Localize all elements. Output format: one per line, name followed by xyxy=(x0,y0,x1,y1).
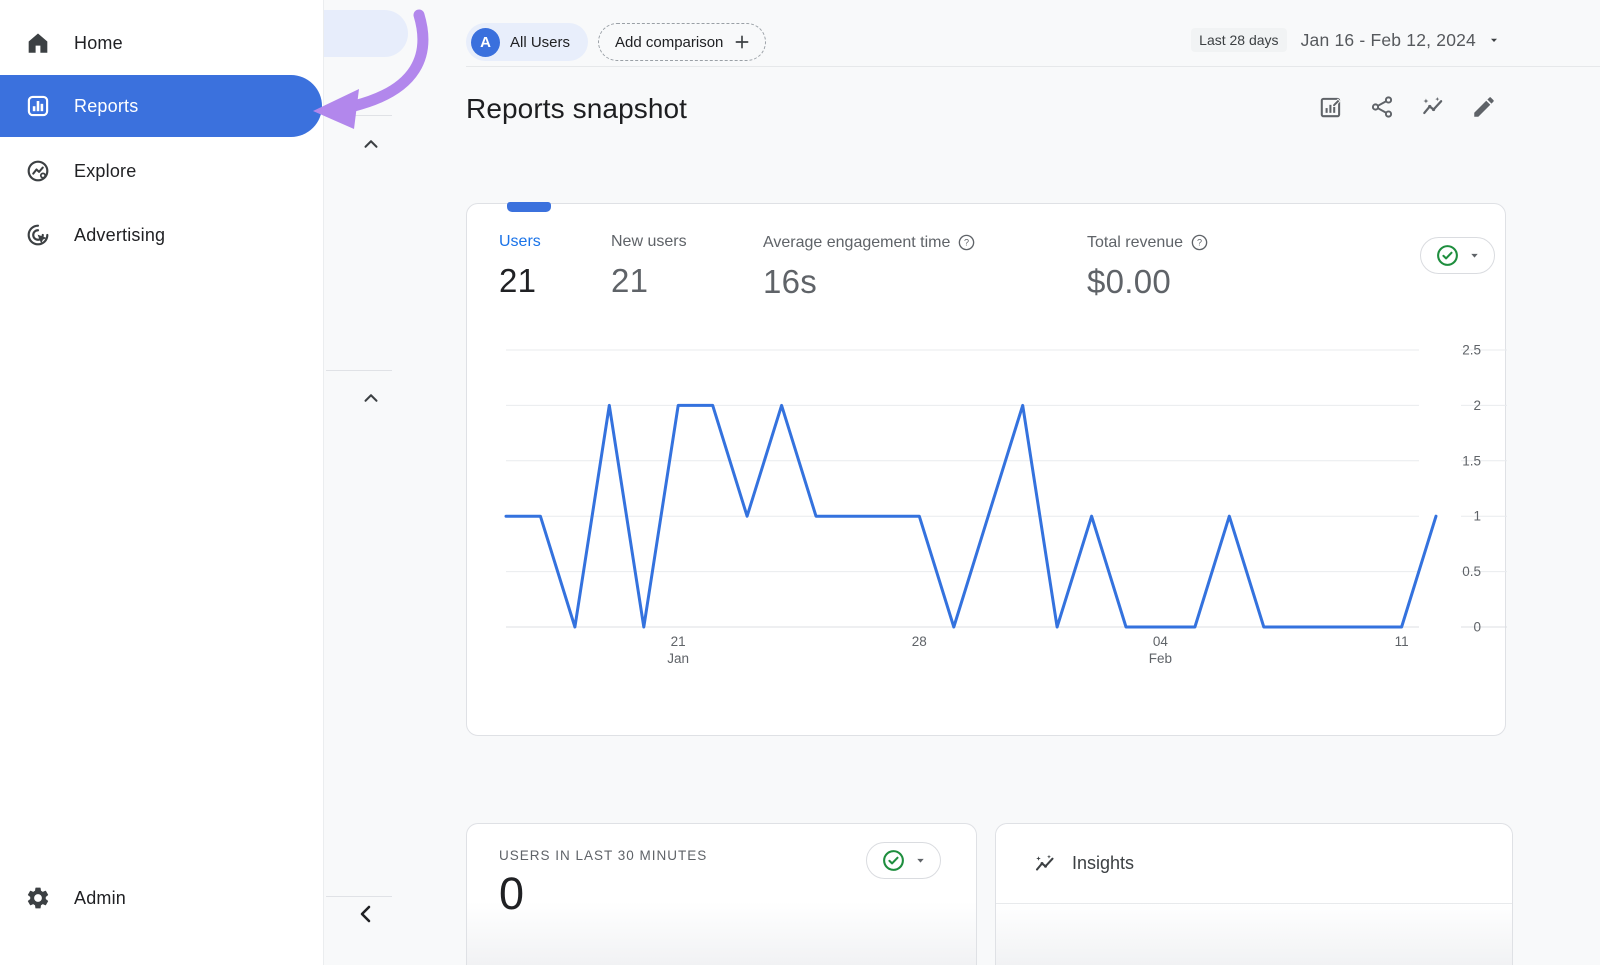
insights-card-title: Insights xyxy=(1072,853,1134,874)
sidebar-item-reports[interactable]: Reports xyxy=(0,75,322,137)
date-range-text: Jan 16 - Feb 12, 2024 xyxy=(1301,30,1476,51)
sidebar-item-advertising[interactable]: Advertising xyxy=(0,206,322,264)
x-axis-tick-label: 04 xyxy=(1153,634,1169,649)
x-axis-tick-label: Jan xyxy=(667,651,689,666)
summary-card: Users 21 New users 21 Average engagement… xyxy=(466,203,1506,736)
divider xyxy=(326,896,392,897)
y-axis-tick-label: 0 xyxy=(1473,620,1481,635)
divider xyxy=(466,66,1600,67)
realtime-card-label: USERS IN LAST 30 MINUTES xyxy=(499,848,707,863)
realtime-card-value: 0 xyxy=(499,868,524,920)
share-icon[interactable] xyxy=(1369,94,1395,120)
report-nav-rail xyxy=(324,0,408,965)
gear-icon xyxy=(25,885,51,911)
x-axis-tick-label: Feb xyxy=(1149,651,1172,666)
sidebar-item-home[interactable]: Home xyxy=(0,14,322,72)
sidebar-item-label: Explore xyxy=(74,161,136,182)
sidebar-item-label: Reports xyxy=(74,96,138,117)
home-icon xyxy=(25,30,51,56)
edit-icon[interactable] xyxy=(1471,94,1497,120)
insights-card-header: Insights xyxy=(996,824,1512,904)
insights-icon[interactable] xyxy=(1420,94,1446,120)
date-preset-badge: Last 28 days xyxy=(1191,28,1286,52)
topbar: A All Users Add comparison Last 28 days … xyxy=(324,0,1600,67)
segment-chip-label: All Users xyxy=(510,34,570,51)
sidebar: Home Reports Explore Advertising Admin xyxy=(0,0,324,965)
check-circle-icon xyxy=(881,848,906,873)
caret-down-icon xyxy=(1488,34,1500,46)
y-axis-tick-label: 0.5 xyxy=(1462,564,1481,579)
x-axis-tick-label: 21 xyxy=(671,634,686,649)
advertising-icon xyxy=(25,222,51,248)
avatar: A xyxy=(471,28,500,57)
y-axis-tick-label: 1 xyxy=(1473,509,1481,524)
date-range-selector[interactable]: Last 28 days Jan 16 - Feb 12, 2024 xyxy=(1191,28,1500,52)
divider xyxy=(326,370,392,371)
sidebar-item-label: Home xyxy=(74,33,123,54)
add-comparison-label: Add comparison xyxy=(615,34,723,51)
insights-card: Insights xyxy=(995,823,1513,965)
collapse-panel-icon[interactable] xyxy=(354,902,378,926)
chevron-up-icon[interactable] xyxy=(360,133,382,155)
sidebar-item-explore[interactable]: Explore xyxy=(0,142,322,200)
caret-down-icon xyxy=(915,855,926,866)
plus-icon xyxy=(733,33,751,51)
chevron-up-icon[interactable] xyxy=(360,387,382,409)
y-axis-tick-label: 2.5 xyxy=(1462,343,1481,358)
explore-icon xyxy=(25,158,51,184)
divider xyxy=(326,115,392,116)
y-axis-tick-label: 2 xyxy=(1473,398,1481,413)
bar-chart-icon xyxy=(25,93,51,119)
x-axis-tick-label: 11 xyxy=(1395,634,1409,649)
sidebar-item-label: Admin xyxy=(74,888,126,909)
all-users-segment-chip[interactable]: A All Users xyxy=(466,23,588,61)
x-axis-tick-label: 28 xyxy=(912,634,927,649)
sidebar-item-label: Advertising xyxy=(74,225,165,246)
sidebar-item-admin[interactable]: Admin xyxy=(0,869,322,927)
customize-report-icon[interactable] xyxy=(1318,94,1344,120)
insights-sparkle-icon xyxy=(1033,852,1057,876)
add-comparison-button[interactable]: Add comparison xyxy=(598,23,766,61)
y-axis-tick-label: 1.5 xyxy=(1462,453,1481,468)
data-quality-dropdown[interactable] xyxy=(866,842,941,879)
realtime-card: USERS IN LAST 30 MINUTES 0 xyxy=(466,823,977,965)
users-over-time-chart: 0 0.5 1 1.5 2 2.5 21 Jan 28 04 Feb 11 xyxy=(467,204,1507,737)
